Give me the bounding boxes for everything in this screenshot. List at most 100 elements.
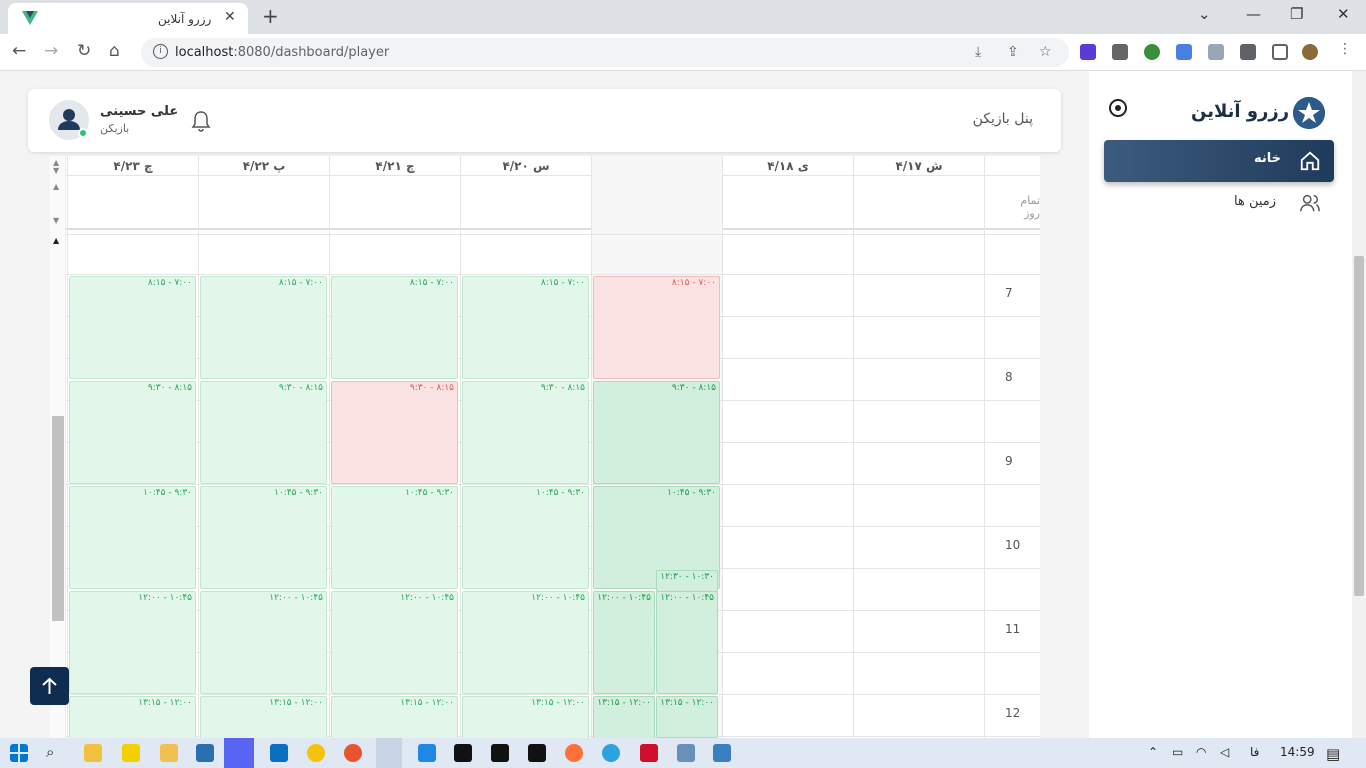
- available-slot[interactable]: ۷:۰۰ - ۸:۱۵: [462, 276, 589, 379]
- browser-tab[interactable]: رزرو آنلاین ✕: [8, 3, 248, 34]
- hour-label: 9: [1005, 454, 1013, 468]
- back-icon[interactable]: ←: [12, 41, 26, 61]
- sidebar-item-fields[interactable]: زمین ها: [1104, 185, 1334, 221]
- site-info-icon[interactable]: i: [153, 44, 168, 59]
- app-icon[interactable]: [307, 744, 325, 762]
- clock[interactable]: 14:59: [1280, 745, 1315, 759]
- sidebar-item-label: خانه: [1254, 151, 1282, 166]
- network-app-icon[interactable]: [196, 744, 214, 762]
- available-slot[interactable]: ۷:۰۰ - ۸:۱۵: [200, 276, 327, 379]
- chrome-taskbar-icon[interactable]: [376, 738, 402, 768]
- telegram-icon[interactable]: [602, 744, 620, 762]
- day-column: [722, 156, 853, 738]
- tab-search-icon[interactable]: ⌄: [1198, 5, 1211, 23]
- translate-icon[interactable]: [1176, 44, 1192, 60]
- shield-icon[interactable]: [1208, 44, 1224, 60]
- image-viewer-icon[interactable]: [713, 744, 731, 762]
- windows-start-icon[interactable]: [10, 744, 28, 762]
- discord-icon[interactable]: [224, 738, 254, 768]
- share-icon[interactable]: ⇪: [1007, 44, 1019, 60]
- sidebar-item-label: زمین ها: [1234, 194, 1277, 209]
- media-player-icon[interactable]: [160, 744, 178, 762]
- photoshop-icon[interactable]: [454, 744, 472, 762]
- bookmark-star-icon[interactable]: ☆: [1039, 44, 1052, 60]
- sidebar-toggle-icon[interactable]: [1109, 99, 1127, 117]
- scroll-down-icon[interactable]: ▼: [53, 166, 59, 175]
- available-slot[interactable]: ۱۲:۰۰ - ۱۳:۱۵: [462, 696, 589, 738]
- available-slot[interactable]: ۹:۳۰ - ۱۰:۴۵: [69, 486, 196, 589]
- available-slot[interactable]: ۸:۱۵ - ۹:۳۰: [593, 381, 720, 484]
- language-indicator[interactable]: فا: [1250, 745, 1259, 759]
- trello-icon[interactable]: [270, 744, 288, 762]
- profile-avatar[interactable]: [1302, 44, 1318, 60]
- battery-icon[interactable]: ▭: [1172, 745, 1183, 759]
- scroll-down-icon[interactable]: ▼: [53, 216, 59, 225]
- reserved-slot[interactable]: ۸:۱۵ - ۹:۳۰: [331, 381, 458, 484]
- available-slot[interactable]: ۹:۳۰ - ۱۰:۴۵: [331, 486, 458, 589]
- avatar[interactable]: [49, 100, 89, 140]
- available-slot[interactable]: ۸:۱۵ - ۹:۳۰: [462, 381, 589, 484]
- available-slot[interactable]: ۸:۱۵ - ۹:۳۰: [200, 381, 327, 484]
- available-slot[interactable]: ۱۰:۴۵ - ۱۲:۰۰: [593, 591, 655, 694]
- available-slot[interactable]: ۹:۳۰ - ۱۰:۴۵: [462, 486, 589, 589]
- notifications-icon[interactable]: ▤: [1326, 745, 1340, 763]
- available-slot[interactable]: ۱۰:۴۵ - ۱۲:۰۰: [69, 591, 196, 694]
- mail-icon[interactable]: [1112, 44, 1128, 60]
- bell-icon[interactable]: [191, 110, 211, 132]
- minimize-icon[interactable]: —: [1246, 5, 1261, 23]
- restore-icon[interactable]: ❐: [1290, 5, 1303, 23]
- chevron-up-icon[interactable]: ⌃: [1148, 745, 1158, 759]
- page-scrollbar[interactable]: [1352, 71, 1366, 738]
- search-icon[interactable]: ⌕: [46, 743, 54, 761]
- pycharm-icon[interactable]: [491, 744, 509, 762]
- database-icon[interactable]: [677, 744, 695, 762]
- available-slot[interactable]: ۷:۰۰ - ۸:۱۵: [69, 276, 196, 379]
- puzzle-icon[interactable]: [1240, 44, 1256, 60]
- wifi-icon[interactable]: ◠: [1196, 745, 1206, 759]
- browser-toolbar: ← → ↻ ⌂ i localhost:8080/dashboard/playe…: [0, 34, 1366, 71]
- available-slot[interactable]: ۸:۱۵ - ۹:۳۰: [69, 381, 196, 484]
- home-icon: [1300, 151, 1320, 171]
- available-slot[interactable]: ۱۰:۴۵ - ۱۲:۰۰: [331, 591, 458, 694]
- scroll-up-icon[interactable]: ▲: [53, 236, 59, 245]
- available-slot[interactable]: ۱۲:۰۰ - ۱۳:۱۵: [656, 696, 718, 738]
- side-panel-icon[interactable]: [1272, 44, 1288, 60]
- scroll-up-icon[interactable]: ▲: [53, 182, 59, 191]
- forward-icon[interactable]: →: [44, 41, 58, 61]
- available-slot[interactable]: ۱۲:۰۰ - ۱۳:۱۵: [331, 696, 458, 738]
- user-name: علی حسینی: [100, 104, 179, 119]
- close-window-icon[interactable]: ✕: [1337, 5, 1350, 23]
- address-bar[interactable]: i localhost:8080/dashboard/player ⤓ ⇪ ☆: [141, 38, 1069, 67]
- sticky-notes-icon[interactable]: [122, 744, 140, 762]
- more-menu-icon[interactable]: ⋮: [1338, 41, 1352, 57]
- install-icon[interactable]: ⤓: [975, 44, 981, 60]
- home-browser-icon[interactable]: ⌂: [109, 41, 120, 61]
- time-label-column: [984, 156, 1040, 738]
- file-explorer-icon[interactable]: [84, 744, 102, 762]
- available-slot[interactable]: ۱۰:۳۰ - ۱۲:۳۰: [656, 570, 718, 592]
- available-slot[interactable]: ۱۰:۴۵ - ۱۲:۰۰: [200, 591, 327, 694]
- available-slot[interactable]: ۱۲:۰۰ - ۱۳:۱۵: [593, 696, 655, 738]
- vscode-icon[interactable]: [418, 744, 436, 762]
- webstorm-icon[interactable]: [528, 744, 546, 762]
- volume-icon[interactable]: ◁: [1220, 745, 1229, 759]
- available-slot[interactable]: ۱۰:۴۵ - ۱۲:۰۰: [462, 591, 589, 694]
- reload-icon[interactable]: ↻: [77, 41, 91, 61]
- reserved-slot[interactable]: ۷:۰۰ - ۸:۱۵: [593, 276, 720, 379]
- available-slot[interactable]: ۹:۳۰ - ۱۰:۴۵: [200, 486, 327, 589]
- new-tab-button[interactable]: +: [262, 4, 279, 28]
- close-tab-icon[interactable]: ✕: [224, 9, 236, 25]
- available-slot[interactable]: ۱۰:۴۵ - ۱۲:۰۰: [656, 591, 718, 694]
- available-slot[interactable]: ۱۲:۰۰ - ۱۳:۱۵: [69, 696, 196, 738]
- app-red-icon[interactable]: [640, 744, 658, 762]
- user-role: بازیکن: [100, 122, 130, 135]
- available-slot[interactable]: ۷:۰۰ - ۸:۱۵: [331, 276, 458, 379]
- hour-label: 12: [1005, 706, 1021, 720]
- available-slot[interactable]: ۱۲:۰۰ - ۱۳:۱۵: [200, 696, 327, 738]
- postman-icon[interactable]: [344, 744, 362, 762]
- firefox-icon[interactable]: [565, 744, 583, 762]
- extension-icon[interactable]: [1080, 44, 1096, 60]
- globe-extension-icon[interactable]: [1144, 44, 1160, 60]
- sidebar-item-home[interactable]: خانه: [1104, 140, 1334, 182]
- scroll-to-top-button[interactable]: [30, 667, 69, 705]
